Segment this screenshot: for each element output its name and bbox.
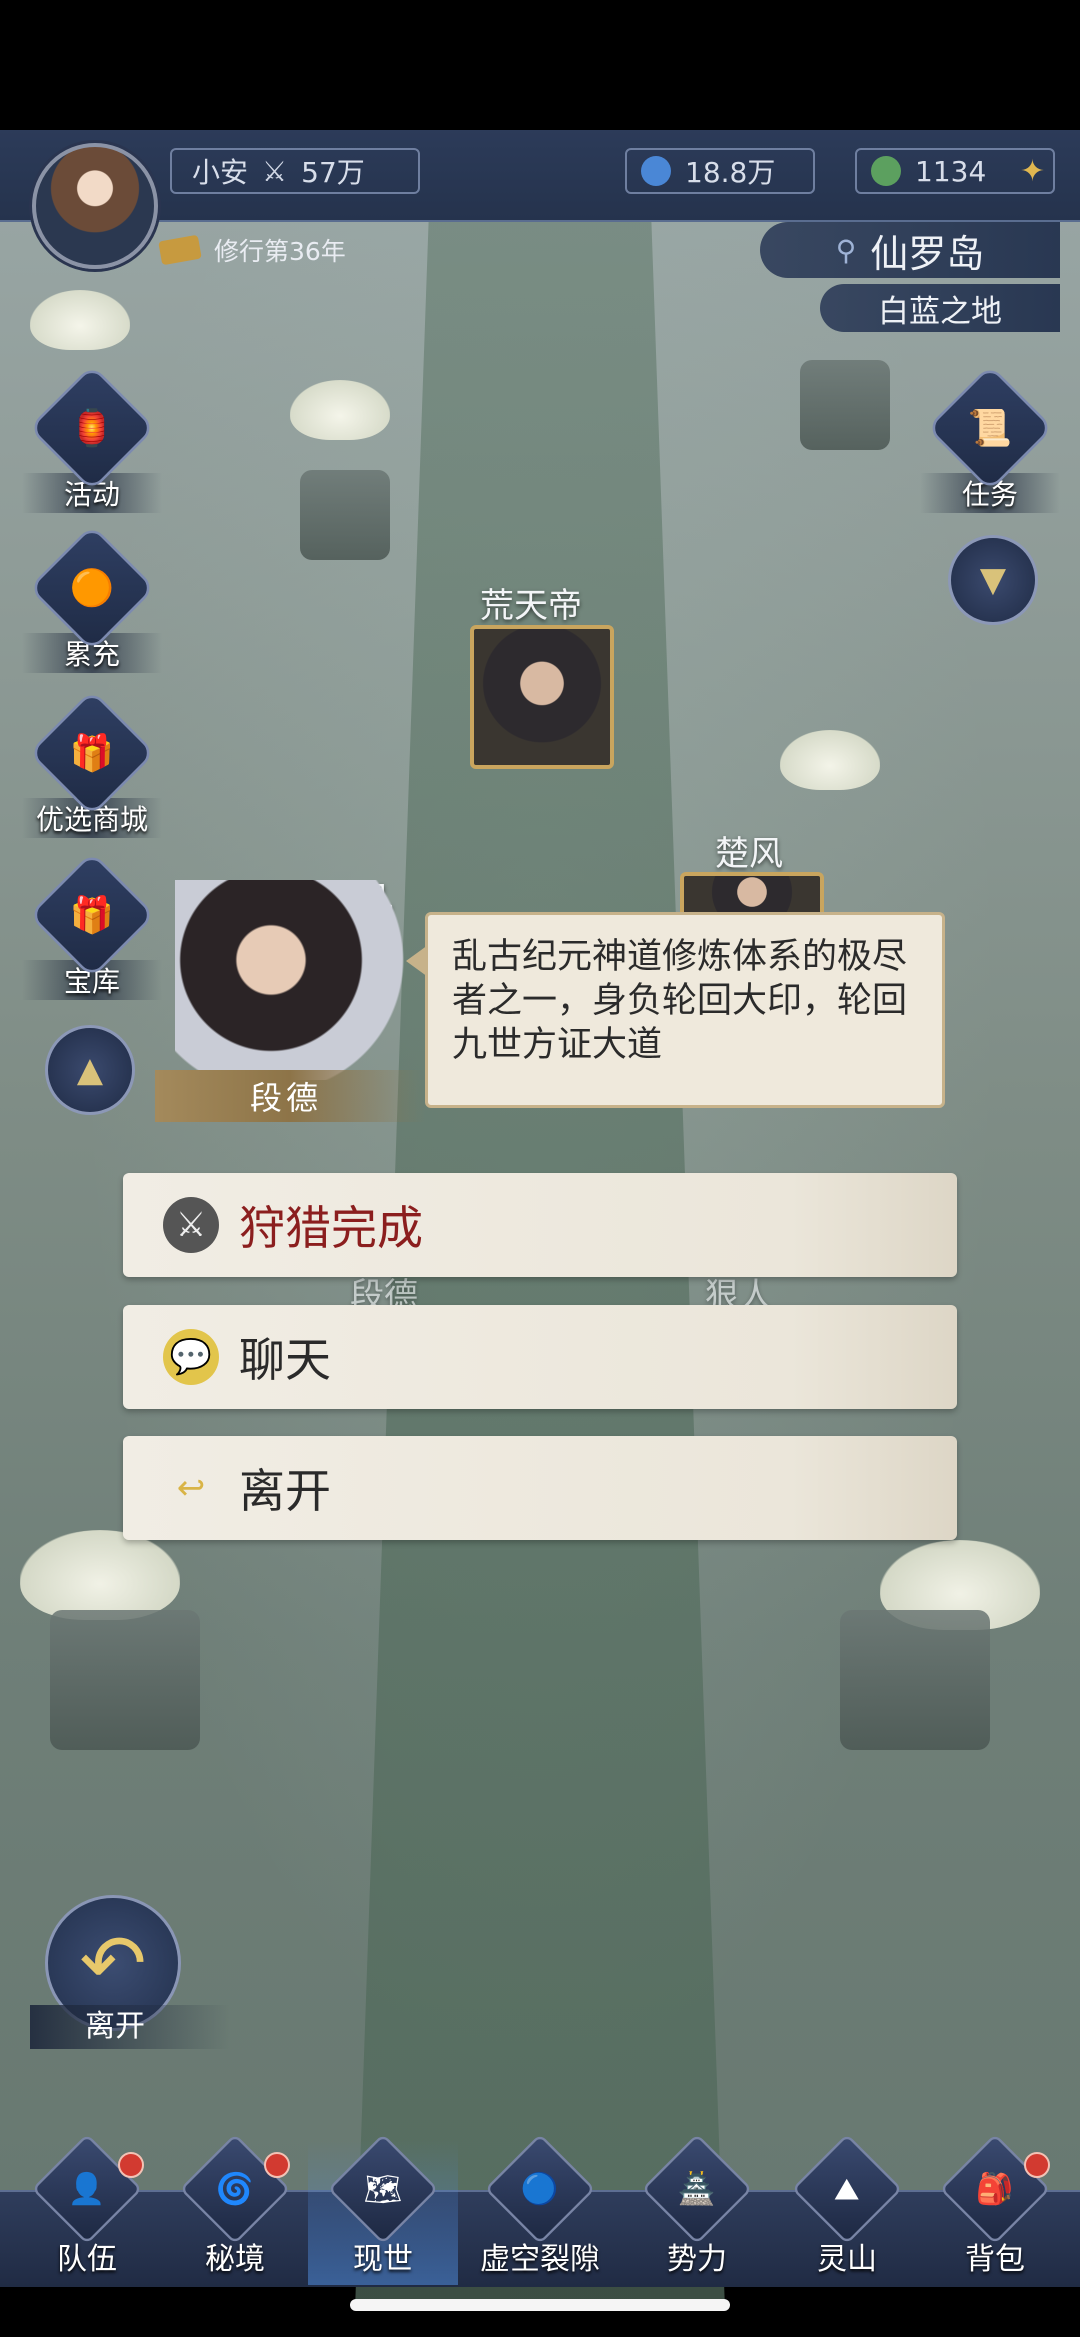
lantern-icon: 🏮 bbox=[69, 406, 115, 449]
orb-icon: 🟠 bbox=[69, 566, 115, 609]
jade-resource[interactable]: 1134 ✦ bbox=[855, 148, 1055, 194]
nav-faction[interactable]: 🏯 势力 bbox=[622, 2133, 772, 2285]
stone-pillar bbox=[300, 470, 390, 560]
gift-box-icon: 🎁 bbox=[69, 731, 115, 774]
chevron-down-icon: ▼ bbox=[979, 560, 1007, 600]
nav-void-rift[interactable]: 🔵 虚空裂隙 bbox=[460, 2133, 620, 2285]
cultivation-status: 修行第36年 bbox=[158, 232, 346, 268]
power-icon: ⚔ bbox=[262, 154, 288, 188]
return-arrow-icon: ↩ bbox=[176, 1468, 206, 1508]
stone-pillar bbox=[840, 1610, 990, 1750]
location-banner[interactable]: ⚲ 仙罗岛 白蓝之地 bbox=[740, 222, 1060, 342]
notification-dot bbox=[1024, 2152, 1050, 2178]
cultivation-text: 修行第36年 bbox=[214, 237, 346, 266]
leave-map-label: 离开 bbox=[30, 2005, 230, 2049]
home-indicator[interactable] bbox=[350, 2299, 730, 2311]
dialog-text: 乱古纪元神道修炼体系的极尽者之一，身负轮回大印，轮回九世方证大道 bbox=[452, 937, 908, 1065]
player-avatar[interactable] bbox=[32, 143, 158, 269]
leave-option[interactable]: ↩ 离开 bbox=[123, 1436, 957, 1540]
lotus-decoration bbox=[30, 290, 130, 350]
notification-dot bbox=[118, 2152, 144, 2178]
lotus-decoration bbox=[290, 380, 390, 440]
quest-button[interactable]: 📜 任务 bbox=[920, 364, 1060, 513]
chat-option[interactable]: 💬 聊天 bbox=[123, 1305, 957, 1409]
pavilion-icon: 🏯 bbox=[678, 2170, 716, 2207]
location-main: ⚲ 仙罗岛 bbox=[760, 222, 1060, 278]
hunt-complete-option[interactable]: ⚔ 狩猎完成 bbox=[123, 1173, 957, 1277]
speaker-portrait bbox=[175, 880, 415, 1080]
chest-icon: 🎁 bbox=[69, 893, 115, 936]
stone-pillar bbox=[800, 360, 890, 450]
lotus-decoration bbox=[20, 1530, 180, 1620]
jade-icon bbox=[871, 156, 901, 186]
scroll-quest-icon: 📜 bbox=[967, 406, 1013, 449]
scroll-icon bbox=[158, 234, 202, 266]
player-power: 57万 bbox=[301, 156, 365, 189]
crystal-icon bbox=[641, 156, 671, 186]
jade-amount: 1134 bbox=[915, 154, 987, 188]
location-pin-icon: ⚲ bbox=[835, 233, 857, 267]
treasury-button[interactable]: 🎁 宝库 bbox=[22, 851, 162, 1000]
location-sub: 白蓝之地 bbox=[820, 284, 1060, 332]
map-scroll-icon: 🗺 bbox=[363, 2171, 403, 2207]
npc-name: 荒天帝 bbox=[480, 586, 582, 626]
activity-button[interactable]: 🏮 活动 bbox=[22, 364, 162, 513]
option-label: 狩猎完成 bbox=[239, 1201, 423, 1255]
option-label: 离开 bbox=[239, 1464, 331, 1518]
lotus-decoration bbox=[780, 730, 880, 790]
add-currency-icon[interactable]: ✦ bbox=[1020, 154, 1045, 189]
expand-down-button[interactable]: ▼ bbox=[948, 535, 1038, 625]
return-arrow-icon: ↶ bbox=[79, 1916, 147, 2010]
recharge-button[interactable]: 🟠 累充 bbox=[22, 524, 162, 673]
chevron-up-icon: ▲ bbox=[76, 1050, 104, 1090]
notification-dot bbox=[264, 2152, 290, 2178]
nav-present-world[interactable]: 🗺 现世 bbox=[308, 2133, 458, 2285]
nav-spirit-mountain[interactable]: ⛰ 灵山 bbox=[772, 2133, 922, 2285]
location-main-text: 仙罗岛 bbox=[870, 231, 985, 276]
mountain-icon: ⛰ bbox=[834, 2170, 860, 2207]
portal-icon: 🔵 bbox=[521, 2170, 559, 2207]
stone-pillar bbox=[50, 1610, 200, 1750]
sword-icon: ⚔ bbox=[163, 1197, 219, 1253]
bag-icon: 🎒 bbox=[976, 2170, 1014, 2207]
npc-portrait-huangtiandi[interactable] bbox=[470, 625, 614, 769]
player-name: 小安 bbox=[192, 156, 249, 189]
location-sub-text: 白蓝之地 bbox=[878, 293, 1002, 330]
crystal-resource[interactable]: 18.8万 bbox=[625, 148, 815, 194]
shop-button[interactable]: 🎁 优选商城 bbox=[22, 689, 162, 838]
player-info: 小安 ⚔ 57万 bbox=[170, 148, 420, 194]
dialog-text-box: 乱古纪元神道修炼体系的极尽者之一，身负轮回大印，轮回九世方证大道 bbox=[406, 912, 945, 1108]
straw-hat-icon: 👤 bbox=[68, 2170, 106, 2207]
option-label: 聊天 bbox=[239, 1333, 331, 1387]
collapse-up-button[interactable]: ▲ bbox=[45, 1025, 135, 1115]
dialog-speaker: 段德 bbox=[155, 880, 425, 1122]
speech-bubble-icon: 💬 bbox=[163, 1329, 219, 1385]
npc-name: 楚风 bbox=[715, 834, 783, 874]
vortex-icon: 🌀 bbox=[216, 2170, 254, 2207]
speaker-name: 段德 bbox=[155, 1070, 425, 1122]
crystal-amount: 18.8万 bbox=[685, 156, 776, 189]
